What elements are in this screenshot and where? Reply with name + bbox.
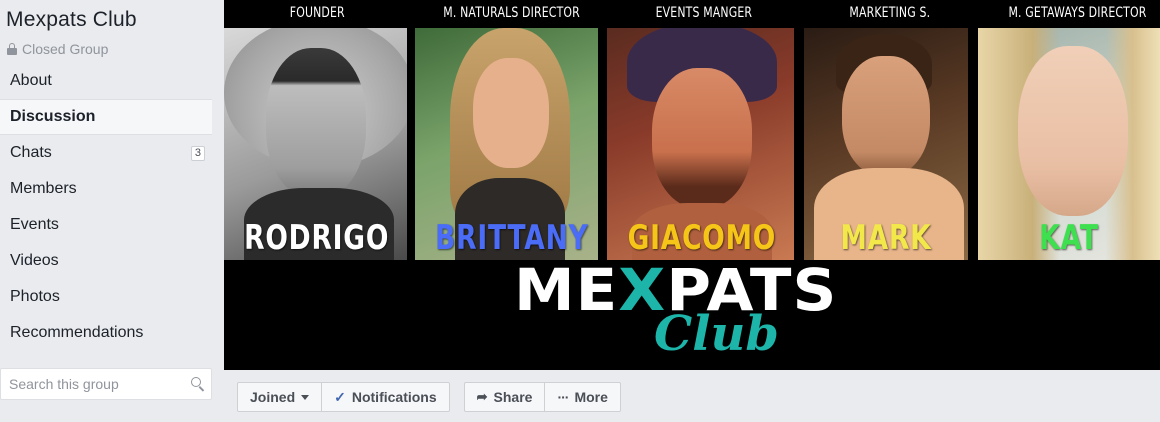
sidebar-item-label: Photos [10, 288, 60, 305]
role-label: EVENTS MANGER [655, 5, 753, 21]
lock-icon [7, 43, 17, 55]
name-label: GIACOMO [627, 218, 777, 258]
group-nav: About Discussion Chats 3 Members Events V… [0, 63, 212, 351]
group-sidebar: Mexpats Club Closed Group About Discussi… [0, 0, 222, 422]
portrait-kat: KAT [978, 28, 1160, 260]
sidebar-item-recommendations[interactable]: Recommendations [0, 315, 212, 351]
name-label: BRITTANY [435, 218, 589, 258]
role-label: MARKETING S. [849, 5, 931, 21]
sidebar-item-label: Discussion [10, 108, 96, 125]
sidebar-item-label: Members [10, 180, 77, 197]
share-label: Share [493, 389, 533, 405]
joined-label: Joined [250, 389, 296, 405]
sidebar-item-chats[interactable]: Chats 3 [0, 135, 212, 171]
group-actions: Joined ✓ Notifications ➦ Share ··· More [237, 382, 621, 412]
check-icon: ✓ [334, 388, 346, 405]
roles-strip: FOUNDER M. NATURALS DIRECTOR EVENTS MANG… [224, 0, 1160, 28]
notifications-label: Notifications [351, 389, 437, 405]
search-icon[interactable] [190, 376, 205, 392]
more-button[interactable]: ··· More [545, 382, 621, 412]
group-search [0, 368, 212, 400]
sidebar-item-members[interactable]: Members [0, 171, 212, 207]
sidebar-item-about[interactable]: About [0, 63, 212, 99]
more-dots-icon: ··· [557, 389, 569, 405]
notifications-button[interactable]: ✓ Notifications [322, 382, 450, 412]
name-label: RODRIGO [244, 218, 390, 258]
privacy-label: Closed Group [22, 41, 109, 57]
mexpats-club-logo: MEXPATS Club [514, 256, 836, 368]
sidebar-item-videos[interactable]: Videos [0, 243, 212, 279]
role-label: FOUNDER [289, 5, 345, 21]
sidebar-item-label: Videos [10, 252, 59, 269]
more-label: More [574, 389, 608, 405]
share-arrow-icon: ➦ [476, 389, 488, 404]
joined-button[interactable]: Joined [237, 382, 323, 412]
sidebar-item-discussion[interactable]: Discussion [0, 99, 212, 135]
logo-subtitle: Club [654, 306, 779, 362]
role-label: M. GETAWAYS DIRECTOR [1008, 5, 1147, 21]
sidebar-item-label: Recommendations [10, 324, 144, 341]
sidebar-item-label: About [10, 72, 52, 89]
chats-count-badge: 3 [190, 145, 205, 161]
caret-down-icon [301, 394, 310, 400]
sidebar-item-photos[interactable]: Photos [0, 279, 212, 315]
sidebar-item-events[interactable]: Events [0, 207, 212, 243]
name-label: KAT [1039, 218, 1099, 258]
portrait-rodrigo: RODRIGO [224, 28, 407, 260]
membership-buttons: Joined ✓ Notifications [237, 382, 450, 412]
group-privacy: Closed Group [7, 41, 108, 57]
role-label: M. NATURALS DIRECTOR [443, 5, 580, 21]
share-more-buttons: ➦ Share ··· More [463, 382, 621, 412]
sidebar-item-label: Chats [10, 144, 52, 161]
group-name[interactable]: Mexpats Club [6, 8, 137, 32]
cover-photo[interactable]: FOUNDER M. NATURALS DIRECTOR EVENTS MANG… [224, 0, 1160, 370]
portrait-brittany: BRITTANY [415, 28, 598, 260]
portrait-mark: MARK [804, 28, 968, 260]
sidebar-item-label: Events [10, 216, 59, 233]
share-button[interactable]: ➦ Share [463, 382, 546, 412]
search-input[interactable] [9, 376, 190, 392]
portrait-giacomo: GIACOMO [607, 28, 794, 260]
name-label: MARK [840, 218, 932, 258]
